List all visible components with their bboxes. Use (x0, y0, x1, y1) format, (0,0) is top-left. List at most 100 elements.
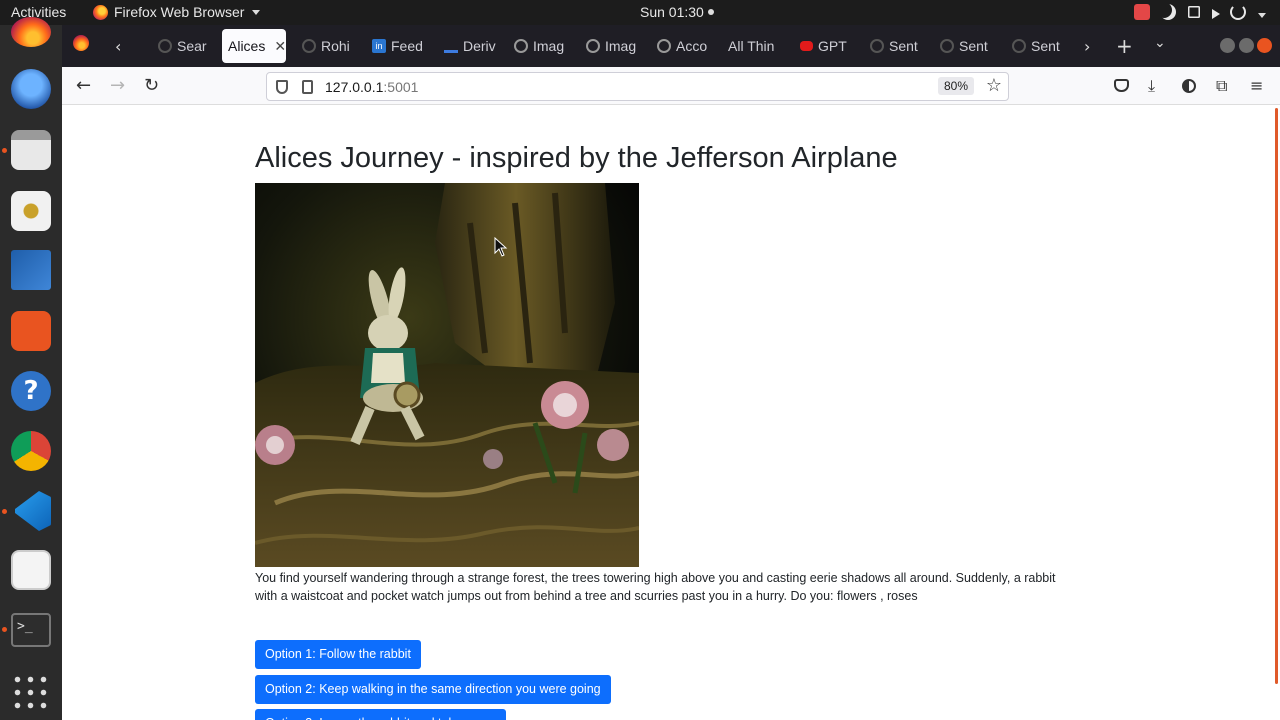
reload-icon[interactable]: ↻ (144, 75, 159, 96)
firefox-icon[interactable] (11, 17, 51, 47)
hamburger-menu-icon[interactable]: ≡ (1250, 76, 1263, 95)
app-store-icon[interactable] (11, 311, 51, 351)
github-icon (870, 39, 884, 53)
tab-label: Deriv (463, 38, 496, 54)
system-tray[interactable] (1134, 4, 1266, 20)
extensions-icon[interactable]: ⧉ (1216, 76, 1227, 96)
story-image (255, 183, 639, 567)
tab-label: Imag (605, 38, 637, 54)
notification-dot-icon (707, 9, 714, 15)
files-icon[interactable] (11, 130, 51, 170)
app-grid-icon[interactable] (11, 673, 51, 713)
help-icon[interactable]: ? (11, 371, 51, 411)
dock: ? >_ (0, 17, 62, 720)
forward-icon[interactable]: → (110, 75, 125, 96)
tab[interactable]: Deriv (444, 29, 496, 63)
downloads-icon[interactable]: ⤓ (1148, 76, 1155, 96)
tab[interactable]: Acco (657, 29, 709, 63)
tab[interactable]: Sent (940, 29, 992, 63)
openai-icon (586, 39, 600, 53)
tab[interactable]: GPT (800, 29, 852, 63)
tab[interactable]: Imag (586, 29, 638, 63)
tab-strip: ‹ Sear Alices ✕ Rohi in Feed Deriv Imag … (62, 25, 1280, 67)
close-window-icon[interactable] (1257, 38, 1272, 53)
nav-toolbar: ← → ↻ 127.0.0.1:5001 80% ☆ ⤓ ⧉ ≡ (62, 67, 1280, 105)
url-text[interactable]: 127.0.0.1:5001 (325, 79, 418, 95)
back-icon[interactable]: ← (76, 75, 91, 96)
app-menu-label: Firefox Web Browser (114, 4, 245, 20)
chevron-down-icon[interactable] (1258, 12, 1266, 18)
firefox-icon (93, 4, 108, 20)
screen-record-icon[interactable] (1134, 4, 1150, 20)
terminal-icon[interactable]: >_ (11, 613, 51, 647)
story-text: You find yourself wandering through a st… (255, 571, 1056, 603)
url-host: 127.0.0.1 (325, 79, 384, 95)
linkedin-icon: in (372, 39, 386, 53)
tab-active[interactable]: Alices ✕ (222, 29, 286, 63)
firefox-view-icon[interactable] (73, 35, 89, 51)
github-icon (302, 39, 316, 53)
tracking-protection-icon[interactable] (276, 80, 288, 94)
running-indicator (2, 627, 7, 632)
minimize-icon[interactable] (1220, 38, 1235, 53)
rhythmbox-icon[interactable] (11, 191, 51, 231)
page-content: Alices Journey - inspired by the Jeffers… (62, 106, 1280, 720)
running-indicator (2, 509, 7, 514)
option-1-button[interactable]: Option 1: Follow the rabbit (255, 640, 421, 669)
option-2-button[interactable]: Option 2: Keep walking in the same direc… (255, 675, 611, 704)
page-info-icon[interactable] (302, 80, 313, 94)
tab-label: Feed (391, 38, 423, 54)
tab-label: Acco (676, 38, 708, 54)
tab[interactable]: Rohi (302, 29, 352, 63)
option-3-button[interactable]: Option 3: Ignore the rabbit and take a n… (255, 709, 507, 720)
maximize-icon[interactable] (1239, 38, 1254, 53)
tab-label: Imag (533, 38, 565, 54)
zoom-badge[interactable]: 80% (937, 77, 974, 95)
chevron-down-icon (252, 9, 261, 15)
rabbit-forest-illustration (255, 183, 639, 567)
youtube-icon (800, 41, 813, 51)
volume-icon[interactable] (1212, 8, 1220, 19)
thunderbird-icon[interactable] (11, 69, 51, 109)
list-tabs-icon[interactable]: ⌄ (1154, 35, 1166, 51)
running-indicator (2, 148, 7, 153)
scroll-tabs-right-icon[interactable]: › (1084, 37, 1090, 56)
tab-label: Sear (177, 38, 207, 54)
github-icon (1012, 39, 1026, 53)
dark-reader-icon[interactable] (1182, 79, 1196, 93)
app-menu[interactable]: Firefox Web Browser (93, 4, 261, 20)
close-icon[interactable]: ✕ (274, 38, 286, 55)
tab[interactable]: in Feed (372, 29, 424, 63)
tab-label: Sent (889, 38, 918, 54)
chrome-icon[interactable] (11, 431, 51, 471)
tab[interactable]: Sent (1012, 29, 1064, 63)
clock-label: Sun 01:30 (640, 4, 704, 20)
tab-label: Sent (959, 38, 988, 54)
tab-label: All Thin (728, 38, 775, 54)
tab[interactable]: All Thin (728, 29, 782, 63)
tab[interactable]: Sent (870, 29, 922, 63)
tab[interactable]: Imag (514, 29, 566, 63)
tab-label: Rohi (321, 38, 350, 54)
bookmark-star-icon[interactable]: ☆ (986, 75, 1002, 96)
night-light-icon[interactable] (1160, 4, 1176, 20)
libreoffice-writer-icon[interactable] (11, 250, 51, 290)
tab[interactable]: Sear (158, 29, 210, 63)
network-icon[interactable] (1188, 6, 1200, 18)
openai-icon (657, 39, 671, 53)
text-editor-icon[interactable] (11, 550, 51, 590)
firefox-window: ‹ Sear Alices ✕ Rohi in Feed Deriv Imag … (62, 25, 1280, 720)
gnome-top-bar: Activities Firefox Web Browser Sun 01:30 (0, 0, 1280, 25)
scrollbar[interactable] (1275, 108, 1278, 684)
clock[interactable]: Sun 01:30 (640, 4, 714, 20)
scroll-tabs-left-icon[interactable]: ‹ (115, 37, 121, 56)
github-icon (158, 39, 172, 53)
openai-icon (514, 39, 528, 53)
new-tab-icon[interactable]: + (1116, 34, 1133, 58)
mouse-cursor-icon (494, 237, 508, 257)
pocket-icon[interactable] (1114, 79, 1129, 92)
power-icon[interactable] (1230, 4, 1246, 20)
url-bar[interactable]: 127.0.0.1:5001 80% ☆ (266, 72, 1009, 101)
derive-icon (444, 39, 458, 53)
vscode-icon[interactable] (15, 491, 51, 531)
